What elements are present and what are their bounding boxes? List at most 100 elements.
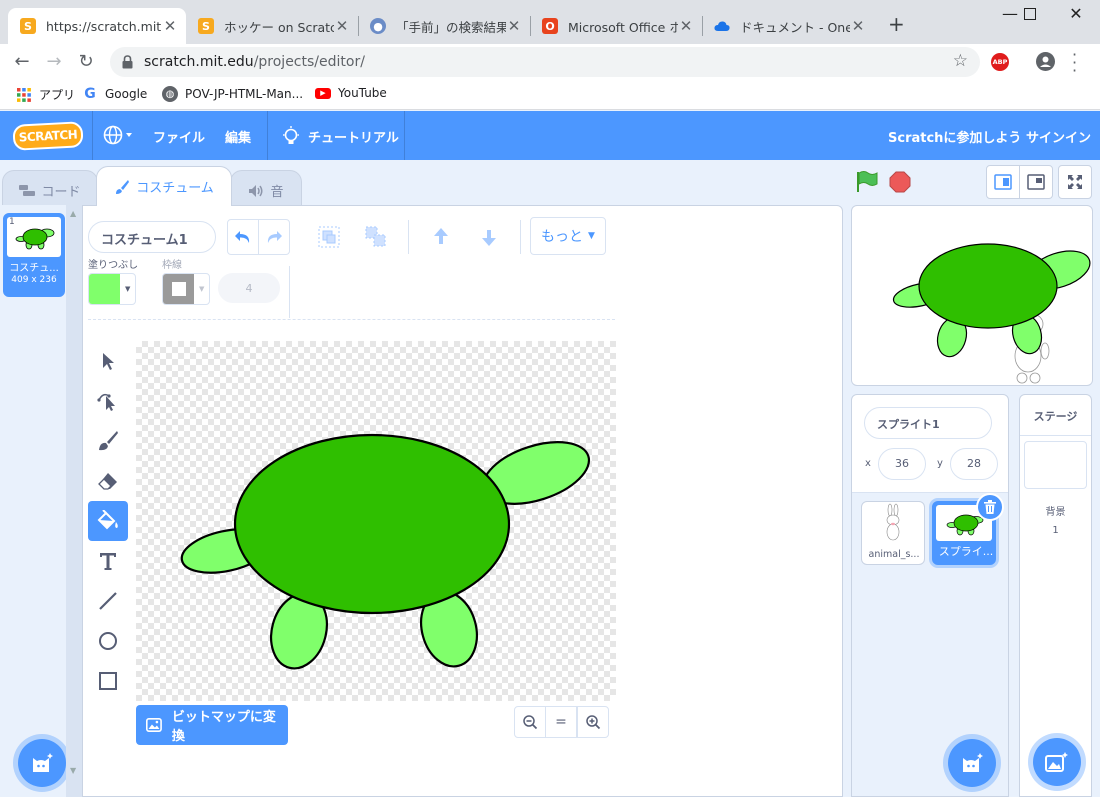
bookmark-apps[interactable]: アプリ: [16, 86, 75, 103]
tab-code[interactable]: コード: [2, 170, 98, 210]
brush-tool[interactable]: [88, 421, 128, 461]
scratch-logo[interactable]: SCRATCH: [12, 121, 84, 151]
scroll-up-icon[interactable]: ▲: [70, 209, 76, 218]
y-label: y: [937, 458, 943, 469]
browser-tab-office[interactable]: O Microsoft Office ホー ✕: [530, 8, 702, 44]
zoom-out-button[interactable]: [514, 706, 546, 738]
tutorials-menu[interactable]: チュートリアル: [308, 127, 399, 146]
image-icon: [146, 718, 162, 732]
edit-menu[interactable]: 編集: [225, 127, 251, 146]
window-close-icon[interactable]: ✕: [1056, 4, 1096, 28]
small-stage-button[interactable]: [986, 165, 1020, 199]
line-tool[interactable]: [88, 581, 128, 621]
caret-down-icon: ▼: [199, 285, 205, 293]
choose-costume-button[interactable]: [18, 739, 66, 787]
zoom-in-icon: [586, 715, 601, 730]
reload-icon[interactable]: ↻: [74, 50, 98, 74]
scratch-menu-bar: SCRATCH ファイル 編集 チュートリアル Scratchに参加しよう サイ…: [0, 111, 1100, 160]
paint-editor: コスチューム1 もっと ▼ 塗りつぶし ▼ 枠線 ▼ 4 ビットマップに変換 =: [82, 205, 843, 797]
close-icon[interactable]: ✕: [850, 17, 866, 35]
apps-grid-icon: [16, 87, 32, 103]
browser-tab-search[interactable]: ● 「手前」の検索結果 - ✕: [358, 8, 530, 44]
undo-icon: [235, 231, 250, 243]
bookmark-google[interactable]: G Google: [82, 86, 147, 102]
maximize-icon[interactable]: [1010, 4, 1050, 28]
bookmark-youtube[interactable]: ▶ YouTube: [315, 86, 387, 100]
zoom-in-button[interactable]: [577, 706, 609, 738]
profile-avatar-icon[interactable]: [1036, 52, 1055, 71]
turtle-drawing: [180, 433, 591, 670]
close-icon[interactable]: ✕: [162, 17, 178, 35]
zoom-reset-button[interactable]: =: [545, 706, 577, 738]
reshape-tool[interactable]: [88, 381, 128, 421]
more-vertical-icon[interactable]: · · ·: [1072, 47, 1077, 79]
select-tool[interactable]: [88, 341, 128, 381]
convert-to-bitmap-button[interactable]: ビットマップに変換: [136, 705, 288, 745]
circle-tool[interactable]: [88, 621, 128, 661]
x-position-input[interactable]: 36: [878, 448, 926, 480]
large-stage-button[interactable]: [1019, 165, 1053, 199]
choose-backdrop-button[interactable]: [1033, 738, 1081, 786]
back-arrow-icon[interactable]: ←: [10, 50, 34, 74]
stage[interactable]: [851, 205, 1093, 386]
more-menu-button[interactable]: もっと ▼: [530, 217, 606, 255]
choose-sprite-button[interactable]: [948, 739, 996, 787]
scratch-icon: S: [198, 18, 214, 34]
costume-item[interactable]: 1 コスチュ... 409 x 236: [3, 213, 65, 297]
sign-in-link[interactable]: サインイン: [1026, 127, 1091, 146]
code-blocks-icon: [19, 184, 36, 196]
browser-tab-onedrive[interactable]: ドキュメント - OneDrive ✕: [702, 8, 874, 44]
eraser-tool[interactable]: [88, 461, 128, 501]
paint-canvas[interactable]: [136, 341, 616, 701]
redo-button[interactable]: [258, 219, 290, 255]
language-globe-button[interactable]: [103, 124, 133, 150]
bookmark-pov[interactable]: ◍ POV-JP-HTML-Man...: [162, 86, 303, 102]
y-position-input[interactable]: 28: [950, 448, 998, 480]
file-menu[interactable]: ファイル: [153, 127, 205, 146]
stop-button[interactable]: [889, 171, 911, 197]
menu-divider: [267, 111, 268, 160]
text-tool[interactable]: [88, 541, 128, 581]
tab-sounds[interactable]: 音: [230, 170, 302, 210]
backward-layer-icon[interactable]: [478, 226, 500, 252]
green-flag-button[interactable]: [855, 170, 879, 198]
fullscreen-button[interactable]: [1058, 165, 1092, 199]
join-scratch-link[interactable]: Scratchに参加しよう: [888, 127, 1021, 146]
toolbar-divider: [520, 220, 521, 254]
zoom-out-icon: [523, 715, 538, 730]
tab-code-label: コード: [41, 185, 81, 200]
large-stage-icon: [1027, 174, 1045, 190]
new-tab-button[interactable]: +: [888, 12, 905, 36]
paintbrush-icon: [99, 431, 118, 451]
fill-tool[interactable]: [88, 501, 128, 541]
stage-pane[interactable]: ステージ 背景 1: [1019, 394, 1092, 797]
outline-color-picker[interactable]: ▼: [162, 273, 210, 305]
lightbulb-icon: [282, 126, 300, 150]
outline-width-input[interactable]: 4: [218, 273, 280, 303]
sprite-tile-rabbit[interactable]: animal_s...: [861, 501, 925, 565]
tab-costumes[interactable]: コスチューム: [96, 166, 232, 206]
ungroup-icon[interactable]: [365, 226, 387, 252]
close-icon[interactable]: ✕: [678, 17, 694, 35]
rectangle-tool[interactable]: [88, 661, 128, 701]
adblock-extension-icon[interactable]: ABP: [991, 53, 1009, 71]
close-icon[interactable]: ✕: [334, 17, 350, 35]
eraser-icon: [98, 473, 117, 490]
forward-layer-icon[interactable]: [430, 226, 452, 252]
undo-button[interactable]: [227, 219, 259, 255]
browser-tab-strip: S https://scratch.mit.ed ✕ S ホッケー on Scr…: [0, 0, 1100, 44]
bookmark-star-icon[interactable]: ☆: [953, 51, 968, 71]
fill-color-picker[interactable]: ▼: [88, 273, 136, 305]
browser-tab-hockey[interactable]: S ホッケー on Scratch ✕: [186, 8, 358, 44]
group-icon[interactable]: [318, 226, 340, 252]
browser-tab-scratch-editor[interactable]: S https://scratch.mit.ed ✕: [8, 8, 186, 44]
backdrop-thumbnail[interactable]: [1024, 441, 1087, 489]
costume-name-input[interactable]: コスチューム1: [88, 221, 216, 253]
delete-sprite-button[interactable]: [976, 493, 1004, 521]
costume-list-scrollbar[interactable]: ▲ ▼: [66, 205, 82, 797]
forward-arrow-icon[interactable]: →: [42, 50, 66, 74]
scroll-down-icon[interactable]: ▼: [70, 766, 76, 775]
close-icon[interactable]: ✕: [506, 17, 522, 35]
sprite-name-input[interactable]: スプライト1: [864, 407, 992, 439]
address-bar[interactable]: scratch.mit.edu/projects/editor/ ☆: [110, 47, 980, 77]
